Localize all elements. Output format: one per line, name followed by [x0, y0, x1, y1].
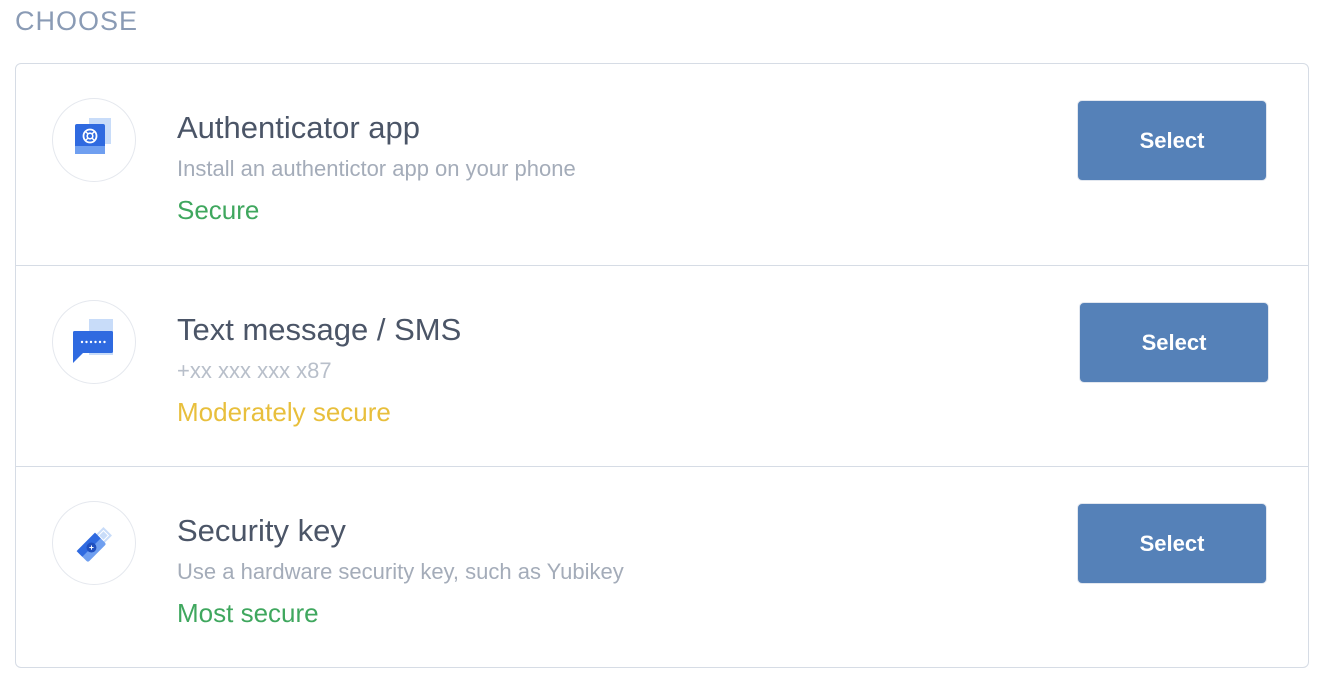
option-text-message-sms: Text message / SMS +xx xxx xxx x87 Moder… [16, 265, 1308, 466]
option-authenticator-app: Authenticator app Install an authenticto… [16, 64, 1308, 265]
security-key-icon [52, 501, 136, 585]
sms-message-icon [52, 300, 136, 384]
security-level-label: Secure [177, 195, 260, 225]
method-options-card: Authenticator app Install an authenticto… [15, 63, 1309, 668]
option-description: Use a hardware security key, such as Yub… [177, 559, 624, 584]
option-security-key: Security key Use a hardware security key… [16, 466, 1308, 667]
security-level-label: Moderately secure [177, 397, 391, 427]
authenticator-app-icon [52, 98, 136, 182]
option-title: Authenticator app [177, 110, 421, 145]
option-description: +xx xxx xxx x87 [177, 358, 332, 383]
option-title: Text message / SMS [177, 312, 462, 347]
option-title: Security key [177, 513, 346, 548]
security-level-label: Most secure [177, 598, 319, 628]
select-authenticator-app-button[interactable]: Select [1077, 100, 1267, 181]
select-security-key-button[interactable]: Select [1077, 503, 1267, 584]
section-heading: CHOOSE [15, 6, 139, 36]
select-text-message-button[interactable]: Select [1079, 302, 1269, 383]
two-factor-method-chooser: CHOOSE Authenticator app Install an auth… [0, 0, 1334, 674]
option-description: Install an authentictor app on your phon… [177, 156, 576, 181]
